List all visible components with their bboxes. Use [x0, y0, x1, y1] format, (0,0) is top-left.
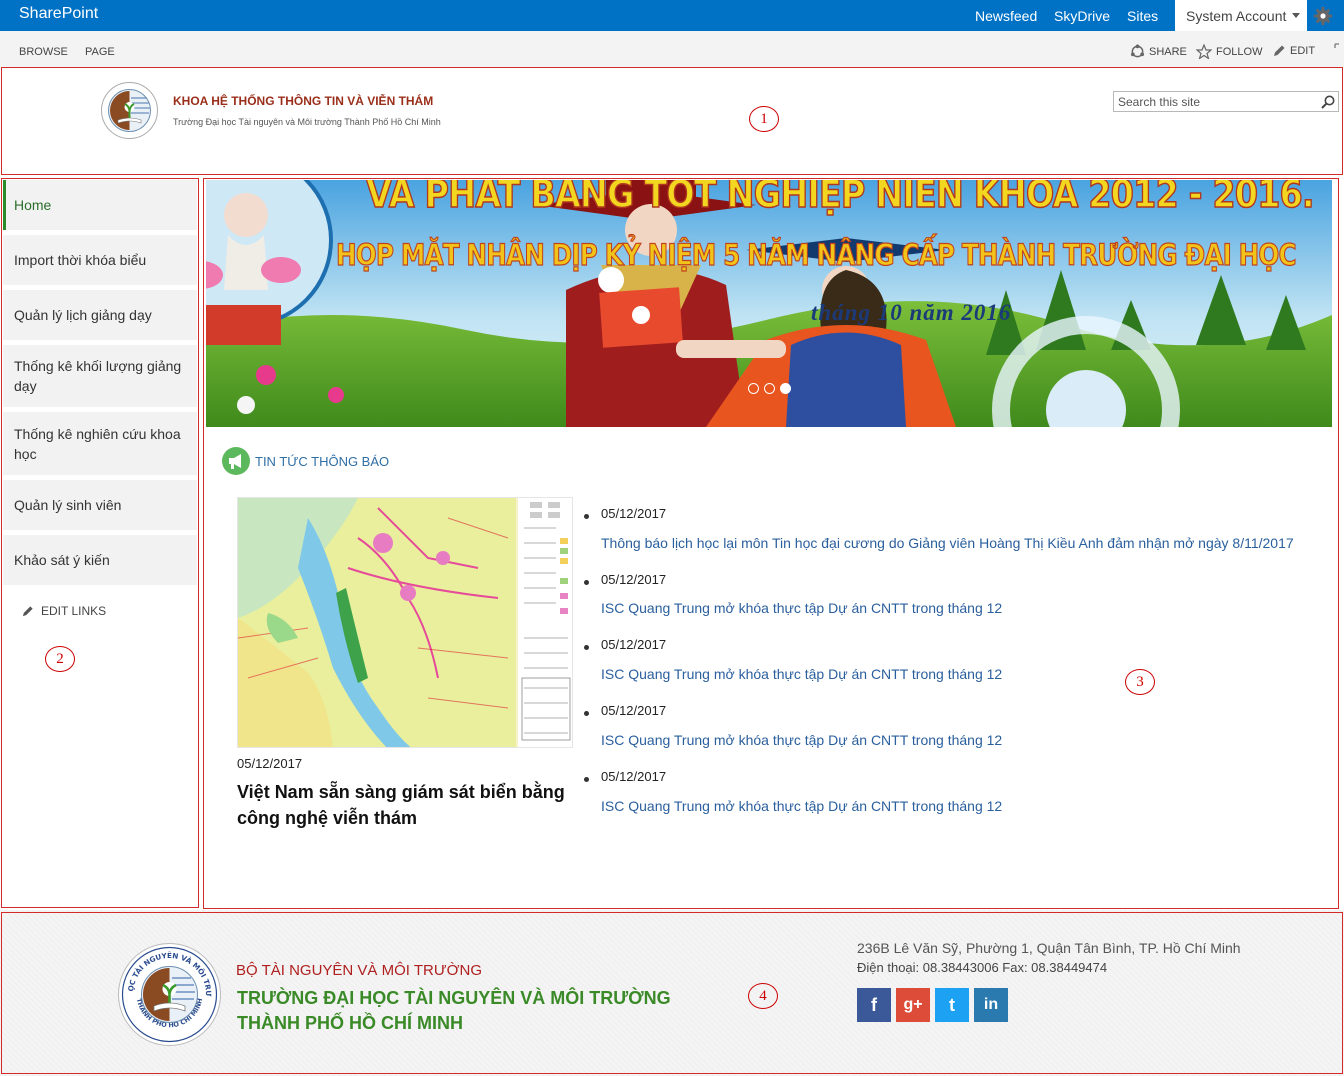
edit-label: EDIT: [1290, 44, 1316, 57]
news-bullet: [584, 645, 589, 650]
pencil-icon: [22, 606, 33, 617]
region-marker-3: 3: [1125, 669, 1155, 695]
slide-dot-2[interactable]: [764, 383, 775, 394]
news-bullet: [584, 580, 589, 585]
follow-button[interactable]: FOLLOW: [1196, 44, 1262, 59]
news-title-link[interactable]: ISC Quang Trung mở khóa thực tập Dự án C…: [601, 666, 1002, 682]
edit-links-label: EDIT LINKS: [41, 604, 107, 618]
banner-headline: VÀ PHÁT BẰNG TỐT NGHIỆP NIÊN KHOA 2012 -…: [365, 180, 1315, 217]
news-date: 05/12/2017: [601, 703, 667, 718]
banner-date: tháng 10 năm 2016: [811, 300, 1012, 325]
share-button[interactable]: SHARE: [1130, 44, 1187, 59]
edit-links-button[interactable]: EDIT LINKS: [22, 604, 106, 618]
google-plus-icon[interactable]: g+: [896, 988, 930, 1022]
university-logo[interactable]: ĐẠI HỌC TÀI NGUYÊN VÀ MÔI TRƯỜNG THÀNH P…: [117, 942, 222, 1047]
edit-button[interactable]: EDIT: [1273, 44, 1315, 57]
department-name[interactable]: KHOA HỆ THỐNG THÔNG TIN VÀ VIỄN THÁM: [173, 94, 433, 108]
megaphone-icon: [222, 447, 250, 475]
region-marker-4: 4: [748, 983, 778, 1009]
share-label: SHARE: [1149, 45, 1187, 58]
search-input[interactable]: [1118, 94, 1314, 109]
news-title-link[interactable]: ISC Quang Trung mở khóa thực tập Dự án C…: [601, 732, 1002, 748]
skydrive-link[interactable]: SkyDrive: [1054, 8, 1110, 24]
sharepoint-brand[interactable]: SharePoint: [19, 5, 98, 23]
share-icon: [1130, 44, 1145, 58]
featured-news-image[interactable]: [237, 497, 573, 748]
news-title-link[interactable]: Thông báo lịch học lại môn Tin học đại c…: [601, 535, 1294, 551]
search-icon[interactable]: [1320, 94, 1336, 110]
focus-content-icon[interactable]: [1334, 43, 1344, 55]
nav-import-timetable[interactable]: Import thời khóa biểu: [3, 235, 197, 285]
nav-research-stats[interactable]: Thống kê nghiên cứu khoa học: [3, 412, 197, 475]
suite-bar: SharePoint Newsfeed SkyDrive Sites Syste…: [0, 0, 1344, 31]
banner-line-1-box: VÀ PHÁT BẰNG TỐT NGHIỆP NIÊN KHOA 2012 -…: [206, 180, 1332, 220]
university-logo[interactable]: [101, 82, 158, 139]
nav-student-management[interactable]: Quản lý sinh viên: [3, 480, 197, 530]
nav-teaching-schedule[interactable]: Quản lý lịch giảng dạy: [3, 290, 197, 340]
featured-news-title[interactable]: Việt Nam sẵn sàng giám sát biển bằng côn…: [237, 779, 577, 831]
slide-dot-1[interactable]: [748, 383, 759, 394]
slide-dot-3-active[interactable]: [780, 383, 791, 394]
featured-news-date: 05/12/2017: [237, 756, 303, 771]
pencil-icon: [1274, 45, 1285, 56]
account-name: System Account: [1186, 8, 1287, 24]
news-bullet: [584, 711, 589, 716]
twitter-icon[interactable]: t: [935, 988, 969, 1022]
facebook-icon[interactable]: f: [857, 988, 891, 1022]
banner-slideshow[interactable]: VÀ PHÁT BẰNG TỐT NGHIỆP NIÊN KHOA 2012 -…: [206, 180, 1332, 427]
nav-home[interactable]: Home: [3, 180, 197, 230]
news-bullet: [584, 514, 589, 519]
linkedin-icon[interactable]: in: [974, 988, 1008, 1022]
university-subtitle: Trường Đại học Tài nguyên và Môi trường …: [173, 117, 441, 127]
tab-browse[interactable]: BROWSE: [19, 46, 68, 58]
footer-university-city: THÀNH PHỐ HỒ CHÍ MINH: [237, 1013, 463, 1033]
news-date: 05/12/2017: [601, 769, 667, 784]
news-section-title: TIN TỨC THÔNG BÁO: [255, 453, 390, 469]
news-date: 05/12/2017: [601, 637, 667, 652]
region-marker-1: 1: [749, 106, 779, 132]
footer-ministry-name: BỘ TÀI NGUYÊN VÀ MÔI TRƯỜNG: [236, 962, 482, 979]
news-date: 05/12/2017: [601, 506, 667, 521]
chevron-down-icon: [1292, 13, 1300, 18]
news-bullet: [584, 777, 589, 782]
region-marker-2: 2: [45, 646, 75, 672]
news-title-link[interactable]: ISC Quang Trung mở khóa thực tập Dự án C…: [601, 798, 1002, 814]
news-date: 05/12/2017: [601, 572, 667, 587]
footer-university-name: TRƯỜNG ĐẠI HỌC TÀI NGUYÊN VÀ MÔI TRƯỜNG: [237, 988, 671, 1008]
newsfeed-link[interactable]: Newsfeed: [975, 8, 1037, 24]
news-section-header[interactable]: TIN TỨC THÔNG BÁO: [221, 446, 389, 476]
tab-page[interactable]: PAGE: [85, 46, 115, 58]
banner-subheadline: HỌP MẶT NHÂN DỊP KỶ NIỆM 5 NĂM NÂNG CẤP …: [335, 237, 1297, 272]
gear-icon[interactable]: [1311, 4, 1335, 28]
footer-phone: Điện thoại: 08.38443006 Fax: 08.38449474: [857, 960, 1108, 975]
ribbon-bar: BROWSE PAGE SHARE FOLLOW EDIT: [0, 31, 1344, 67]
news-title-link[interactable]: ISC Quang Trung mở khóa thực tập Dự án C…: [601, 600, 1002, 616]
nav-teaching-workload-stats[interactable]: Thống kê khối lượng giảng dạy: [3, 345, 197, 407]
footer-address: 236B Lê Văn Sỹ, Phường 1, Quận Tân Bình,…: [857, 940, 1241, 956]
site-search[interactable]: [1113, 91, 1339, 112]
star-icon: [1196, 44, 1212, 59]
account-menu[interactable]: System Account: [1175, 0, 1307, 31]
follow-label: FOLLOW: [1216, 45, 1263, 58]
sites-link[interactable]: Sites: [1127, 8, 1158, 24]
remote-sensing-map-image: [238, 498, 572, 747]
nav-survey[interactable]: Khảo sát ý kiến: [3, 535, 197, 585]
